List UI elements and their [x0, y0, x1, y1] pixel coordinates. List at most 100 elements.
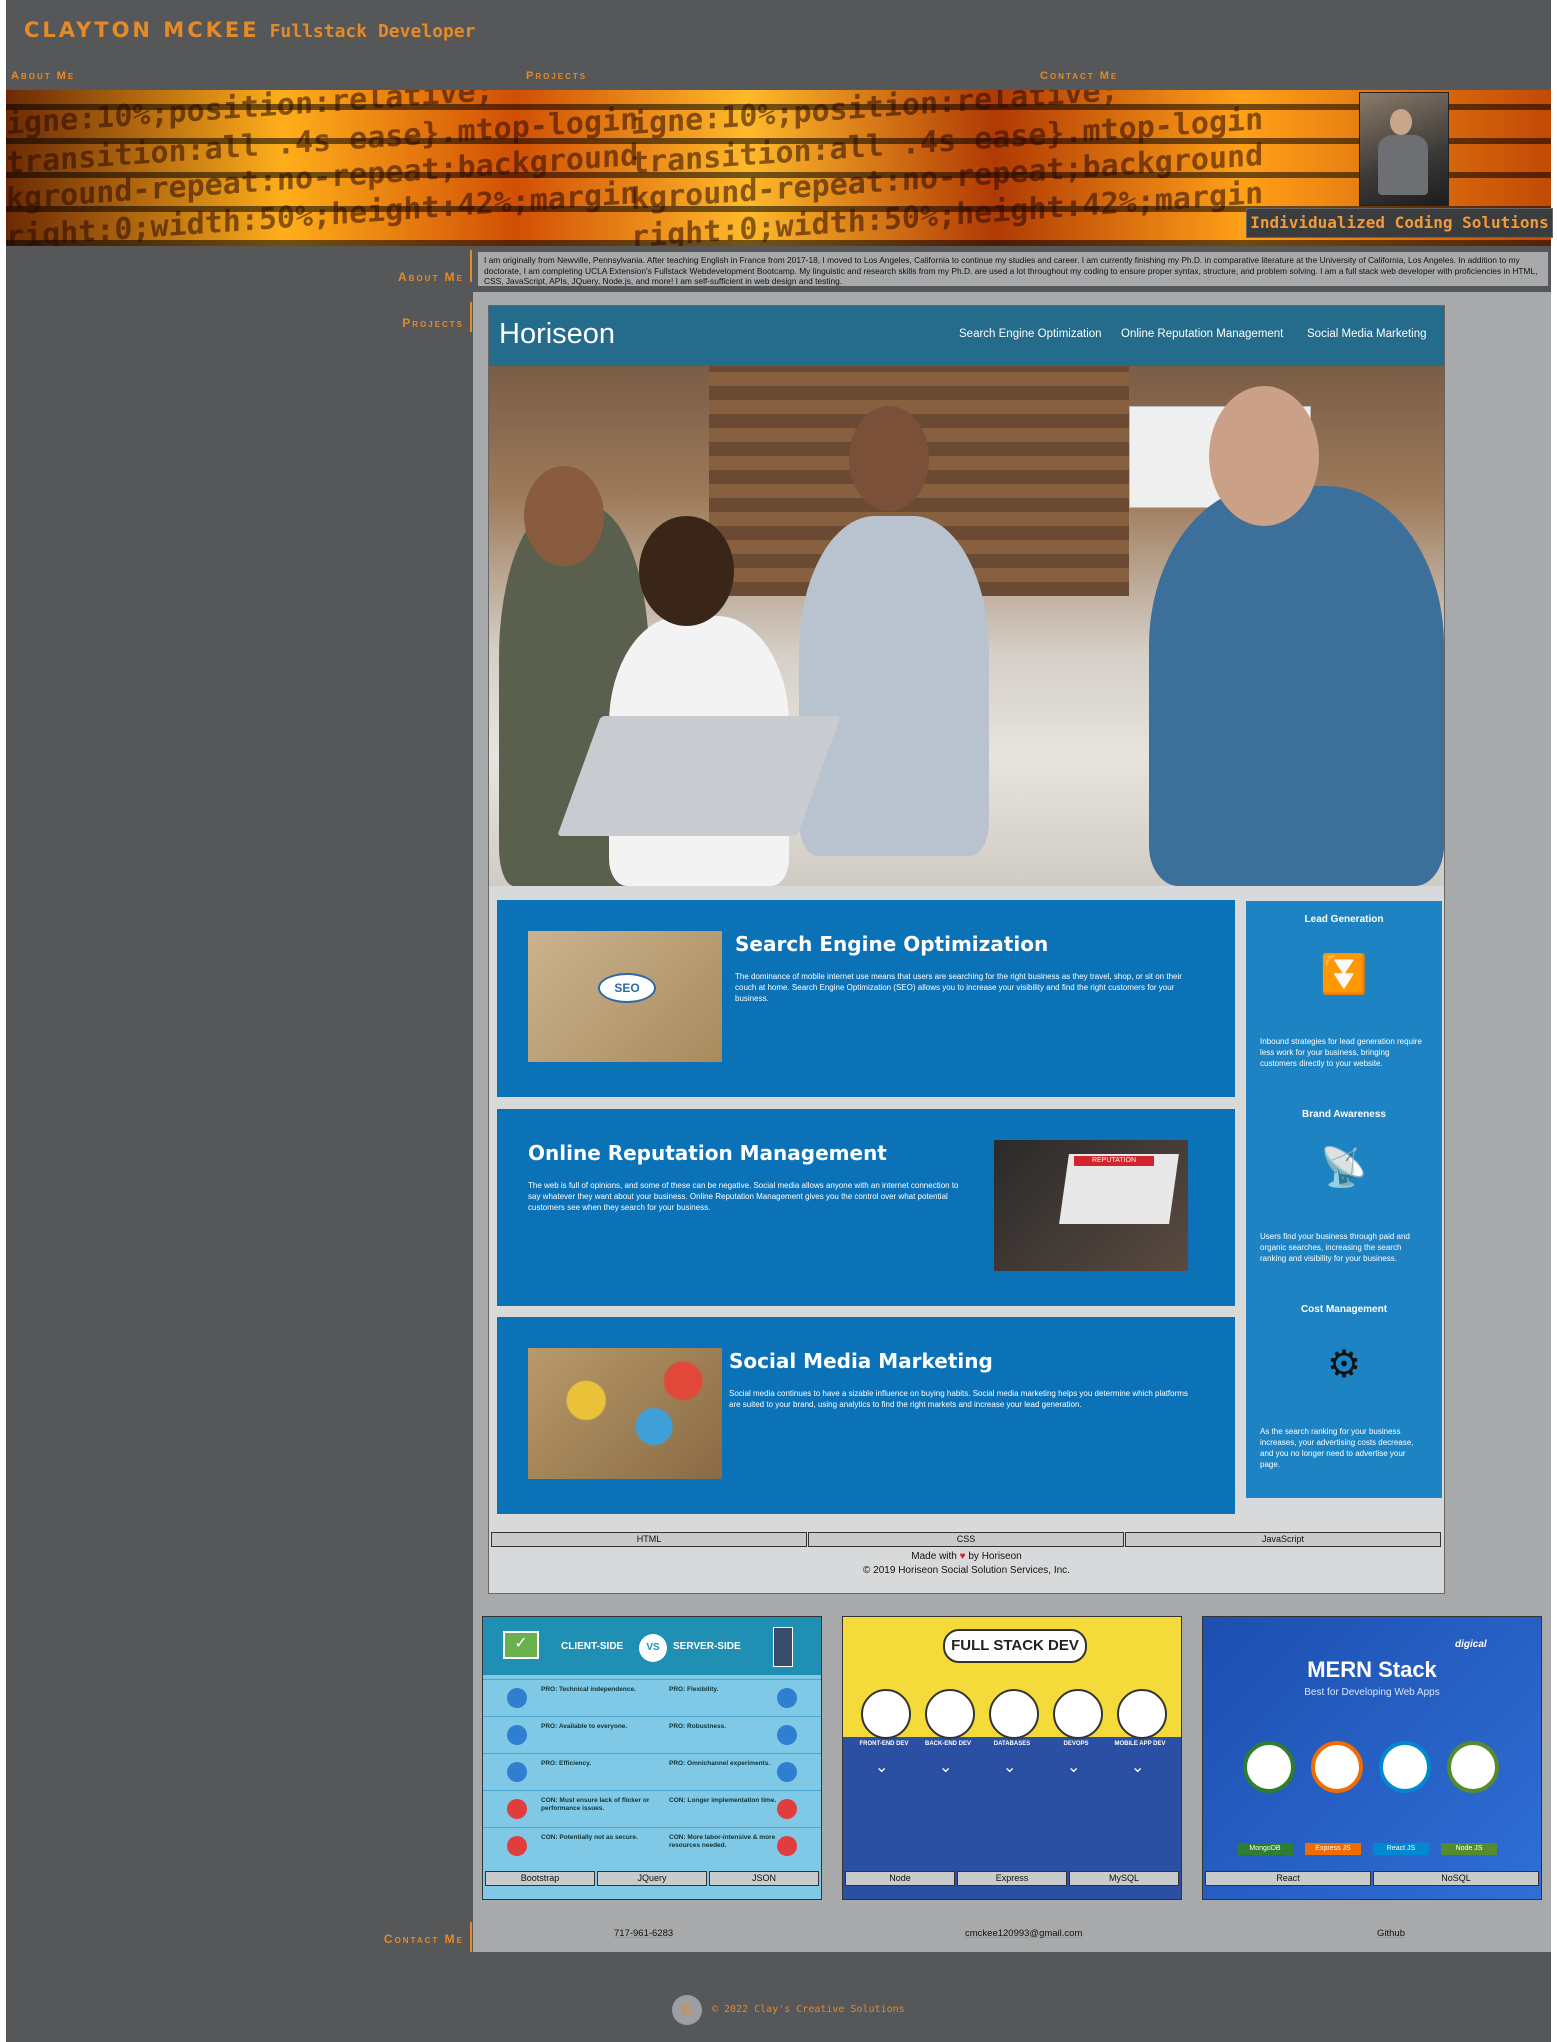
hero-person	[799, 516, 989, 856]
cs-right-label: SERVER-SIDE	[673, 1641, 741, 1652]
thumbs-down-icon	[777, 1836, 797, 1856]
fs-node-label: FRONT-END DEV	[859, 1741, 909, 1747]
contact-phone[interactable]: 717-961-6283	[614, 1928, 673, 1939]
card-text: The web is full of opinions, and some of…	[528, 1181, 959, 1212]
hero-person	[1149, 486, 1444, 886]
seo-badge: SEO	[598, 973, 656, 1003]
developer-role: Fullstack Developer	[269, 21, 476, 42]
horiseon-copyright: © 2019 Horiseon Social Solution Services…	[863, 1565, 1070, 1576]
fs-node-label: DATABASES	[993, 1741, 1031, 1747]
hero-person-head	[1209, 386, 1319, 526]
cs-row: PRO: Technical independence. PRO: Flexibi…	[483, 1679, 821, 1714]
benefit-text: As the search ranking for your business …	[1260, 1427, 1414, 1469]
card-text: Social media continues to have a sizable…	[729, 1389, 1188, 1409]
benefit-title: Lead Generation	[1304, 914, 1384, 925]
fs-node-label: BACK-END DEV	[924, 1741, 971, 1747]
card-title: Online Reputation Management	[528, 1141, 887, 1165]
site-title: CLAYTON MCKEE Fullstack Developer	[24, 18, 475, 42]
chevron-down-icon: ⌄	[1131, 1759, 1145, 1776]
fs-node-label: DEVOPS	[1063, 1741, 1089, 1747]
thumbs-up-icon	[507, 1688, 527, 1708]
horiseon-nav-orm[interactable]: Online Reputation Management	[1121, 328, 1283, 340]
github-link[interactable]: Github	[1377, 1928, 1405, 1939]
thumbs-up-icon	[777, 1762, 797, 1782]
cs-row: PRO: Efficiency. PRO: Omnichannel experim…	[483, 1753, 821, 1788]
profile-photo	[1359, 92, 1449, 206]
cs-row: CON: Potentially not as secure. CON: More…	[483, 1827, 821, 1862]
about-text: I am originally from Newville, Pennsylva…	[478, 252, 1548, 286]
cs-row-text: CON: Must ensure lack of flicker or perf…	[541, 1797, 650, 1812]
card-text: The dominance of mobile internet use mea…	[735, 972, 1182, 1003]
cs-left-label: CLIENT-SIDE	[561, 1641, 624, 1652]
tech-chip: HTML	[491, 1532, 807, 1547]
money-gears-icon: ⚙	[1326, 1344, 1362, 1386]
fs-tech-list: Node Express MySQL	[843, 1871, 1181, 1887]
tech-chip: MySQL	[1069, 1871, 1179, 1886]
fs-node-circle	[1117, 1689, 1167, 1739]
portfolio-page: CLAYTON MCKEE Fullstack Developer About M…	[6, 0, 1553, 2042]
section-divider	[470, 250, 472, 282]
section-heading-contact: Contact Me	[383, 1932, 464, 1946]
contact-email[interactable]: cmckee120993@gmail.com	[965, 1928, 1082, 1939]
tech-chip: JQuery	[597, 1871, 707, 1886]
nav-projects[interactable]: Projects	[526, 70, 587, 82]
fullstack-title: FULL STACK DEV	[943, 1629, 1087, 1663]
fs-node-circle	[989, 1689, 1039, 1739]
developer-name: CLAYTON MCKEE	[24, 18, 260, 42]
server-icon	[773, 1627, 793, 1667]
thumbs-down-icon	[507, 1836, 527, 1856]
nav-about-me[interactable]: About Me	[11, 70, 75, 82]
thumbs-up-icon	[777, 1725, 797, 1745]
broadcast-icon: 📡	[1320, 1147, 1368, 1189]
benefit-title: Cost Management	[1300, 1304, 1388, 1315]
cs-row-text: CON: Longer implementation time.	[669, 1797, 777, 1804]
hero-laptop	[557, 716, 841, 836]
profile-photo-head	[1390, 109, 1412, 135]
cs-row-text: PRO: Available to everyone.	[541, 1723, 628, 1730]
horiseon-hero-image	[489, 366, 1444, 886]
nav-contact-me[interactable]: Contact Me	[1040, 70, 1118, 82]
cs-row-text: PRO: Robustness.	[669, 1723, 727, 1730]
horiseon-logo[interactable]: Horiseon	[499, 318, 615, 351]
project-card-full-stack[interactable]: FULL STACK DEV FRONT-END DEV ⌄ BACK-END DE…	[842, 1616, 1182, 1900]
cs-row-text: PRO: Technical independence.	[541, 1686, 636, 1693]
chevron-down-icon: ⌄	[1067, 1759, 1081, 1776]
made-with-text: Made with	[911, 1551, 957, 1562]
project-card-mern[interactable]: digical MERN Stack Best for Developing W…	[1202, 1616, 1542, 1900]
mern-subtitle: Best for Developing Web Apps	[1304, 1687, 1440, 1698]
fs-node-circle	[861, 1689, 911, 1739]
email-link[interactable]: cmckee120993@gmail.com	[965, 1928, 1082, 1939]
mern-node-circle	[1379, 1741, 1431, 1793]
top-nav: About Me Projects Contact Me	[6, 70, 1551, 86]
mern-node-circle	[1447, 1741, 1499, 1793]
tech-chip: JSON	[709, 1871, 819, 1886]
horiseon-project[interactable]: Horiseon Search Engine Optimization Onli…	[488, 305, 1445, 1594]
horiseon-nav-seo[interactable]: Search Engine Optimization	[959, 328, 1102, 340]
section-heading-projects: Projects	[402, 316, 464, 330]
reputation-thumbnail: REPUTATION	[994, 1140, 1188, 1271]
horiseon-nav-smm[interactable]: Social Media Marketing	[1307, 328, 1427, 340]
cs-tech-list: Bootstrap JQuery JSON	[483, 1871, 821, 1887]
mern-brand: digical	[1455, 1639, 1487, 1650]
contact-github[interactable]: Github	[1377, 1928, 1405, 1939]
mern-node-label: MongoDB	[1237, 1843, 1293, 1855]
benefit-title: Brand Awareness	[1302, 1109, 1386, 1120]
site-footer: C © 2022 Clay's Creative Solutions	[672, 1995, 932, 2025]
fs-node-label: MOBILE APP DEV	[1114, 1741, 1166, 1747]
section-heading-about: About Me	[398, 270, 464, 284]
card-title: Search Engine Optimization	[735, 932, 1049, 956]
footer-logo: C	[672, 1995, 702, 2025]
horiseon-card-orm: Online Reputation Management The web is …	[497, 1109, 1235, 1306]
cs-row-text: CON: Potentially not as secure.	[541, 1834, 638, 1841]
reputation-label: REPUTATION	[1074, 1156, 1154, 1166]
tagline: Individualized Coding Solutions	[1246, 208, 1553, 238]
phone-link[interactable]: 717-961-6283	[614, 1928, 673, 1939]
chevron-down-icon: ⌄	[1003, 1759, 1017, 1776]
mern-tech-list: React NoSQL	[1203, 1871, 1541, 1887]
footer-copyright: © 2022 Clay's Creative Solutions	[712, 2004, 905, 2015]
project-card-client-server[interactable]: ✓ CLIENT-SIDE VS SERVER-SIDE PRO: Techni…	[482, 1616, 822, 1900]
heart-icon: ♥	[959, 1551, 966, 1562]
mern-node-label: Node JS	[1441, 1843, 1497, 1855]
funnel-icon: ⏬	[1320, 954, 1368, 996]
benefit-text: Users find your business through paid an…	[1260, 1232, 1410, 1263]
